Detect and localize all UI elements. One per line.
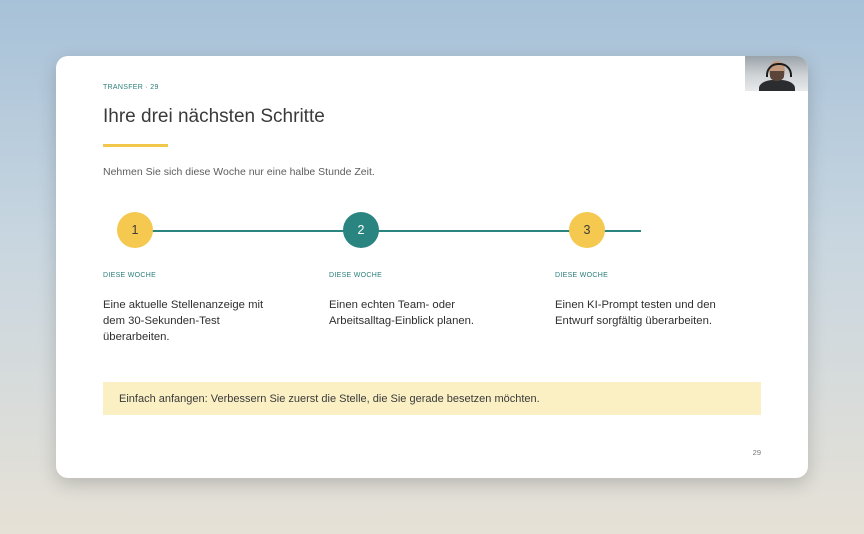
webcam-thumbnail[interactable] bbox=[745, 56, 808, 91]
step-2-number: 2 bbox=[357, 223, 365, 237]
callout-text: Einfach anfangen: Verbessern Sie zuerst … bbox=[119, 392, 540, 405]
slide-title: Ihre drei nächsten Schritte bbox=[103, 106, 325, 127]
step-3-circle: 3 bbox=[569, 212, 605, 248]
step-2-tag: DIESE WOCHE bbox=[329, 272, 383, 279]
timeline-line bbox=[135, 229, 641, 232]
step-1-number: 1 bbox=[131, 223, 139, 237]
webcam-person-shoulders bbox=[759, 80, 795, 91]
step-1-tag: DIESE WOCHE bbox=[103, 272, 157, 279]
step-3-number: 3 bbox=[583, 223, 591, 237]
slide-kicker: TRANSFER · 29 bbox=[103, 84, 159, 91]
step-2-text: Einen echten Team- oder Arbeitsalltag-Ei… bbox=[329, 299, 475, 327]
title-underline bbox=[103, 144, 168, 147]
presentation-slide: TRANSFER · 29 Ihre drei nächsten Schritt… bbox=[56, 56, 808, 478]
headset-icon bbox=[766, 63, 792, 77]
page-number: 29 bbox=[752, 448, 761, 457]
step-3-tag: DIESE WOCHE bbox=[555, 272, 609, 279]
step-1-text: Eine aktuelle Stellenanzeige mit dem 30-… bbox=[103, 299, 264, 343]
step-3-text: Einen KI-Prompt testen und den Entwurf s… bbox=[555, 299, 716, 327]
step-1-circle: 1 bbox=[117, 212, 153, 248]
callout-box: Einfach anfangen: Verbessern Sie zuerst … bbox=[103, 382, 761, 415]
step-2-circle: 2 bbox=[343, 212, 379, 248]
slide-subtitle: Nehmen Sie sich diese Woche nur eine hal… bbox=[103, 166, 375, 178]
